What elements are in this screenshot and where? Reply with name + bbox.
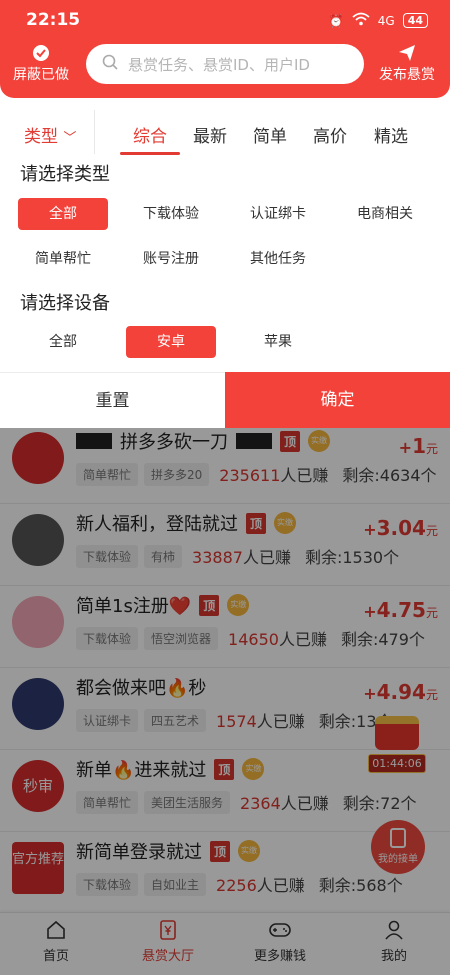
search-placeholder: 悬赏任务、悬赏ID、用户ID: [128, 55, 310, 74]
dim-overlay-nav: [0, 912, 450, 975]
tab-simple[interactable]: 简单: [253, 122, 287, 147]
tab-latest[interactable]: 最新: [193, 122, 227, 147]
tab-featured[interactable]: 精选: [374, 122, 408, 147]
device-option-ios[interactable]: 苹果: [233, 326, 323, 358]
search-icon: [102, 54, 118, 74]
check-circle-icon: [8, 44, 74, 62]
type-option-help[interactable]: 简单帮忙: [18, 243, 108, 275]
reset-button[interactable]: 重置: [0, 372, 225, 428]
battery-icon: 44: [402, 13, 428, 28]
type-label: 类型: [24, 127, 58, 147]
app-header: 22:15 ⏰ 4G 44 屏蔽已做 悬赏任务、悬赏ID、用户ID 发布悬赏: [0, 0, 450, 98]
type-option-download[interactable]: 下载体验: [126, 198, 216, 230]
device-option-android[interactable]: 安卓: [126, 326, 216, 358]
type-option-other[interactable]: 其他任务: [233, 243, 323, 275]
status-icons: ⏰ 4G 44: [329, 12, 428, 29]
block-label: 屏蔽已做: [13, 67, 69, 83]
type-option-ecommerce[interactable]: 电商相关: [340, 198, 430, 230]
tab-indicator: [120, 152, 180, 155]
publish-button[interactable]: 发布悬赏: [374, 44, 440, 84]
device-option-all[interactable]: 全部: [18, 326, 108, 358]
device-section-title: 请选择设备: [20, 293, 110, 314]
filter-panel: 类型 ﹀ 综合 最新 简单 高价 精选 请选择类型 全部 下载体验 认证绑卡 电…: [0, 98, 450, 428]
divider: [94, 110, 95, 154]
send-icon: [374, 44, 440, 62]
type-option-all[interactable]: 全部: [18, 198, 108, 230]
confirm-button[interactable]: 确定: [225, 372, 450, 428]
alarm-icon: ⏰: [328, 13, 344, 28]
tab-high-price[interactable]: 高价: [313, 122, 347, 147]
publish-label: 发布悬赏: [379, 67, 435, 83]
block-button[interactable]: 屏蔽已做: [8, 44, 74, 84]
network-label: 4G: [377, 13, 395, 28]
status-time: 22:15: [26, 10, 81, 30]
dim-overlay[interactable]: [0, 428, 450, 916]
type-section-title: 请选择类型: [20, 164, 110, 185]
tab-bar: 类型 ﹀ 综合 最新 简单 高价 精选: [0, 98, 450, 158]
type-option-verify[interactable]: 认证绑卡: [233, 198, 323, 230]
wifi-icon: [352, 12, 370, 29]
search-input[interactable]: 悬赏任务、悬赏ID、用户ID: [86, 44, 364, 84]
chevron-down-icon: ﹀: [63, 131, 77, 146]
type-option-register[interactable]: 账号注册: [126, 243, 216, 275]
type-dropdown[interactable]: 类型 ﹀: [24, 122, 76, 147]
tab-overall[interactable]: 综合: [133, 122, 167, 147]
